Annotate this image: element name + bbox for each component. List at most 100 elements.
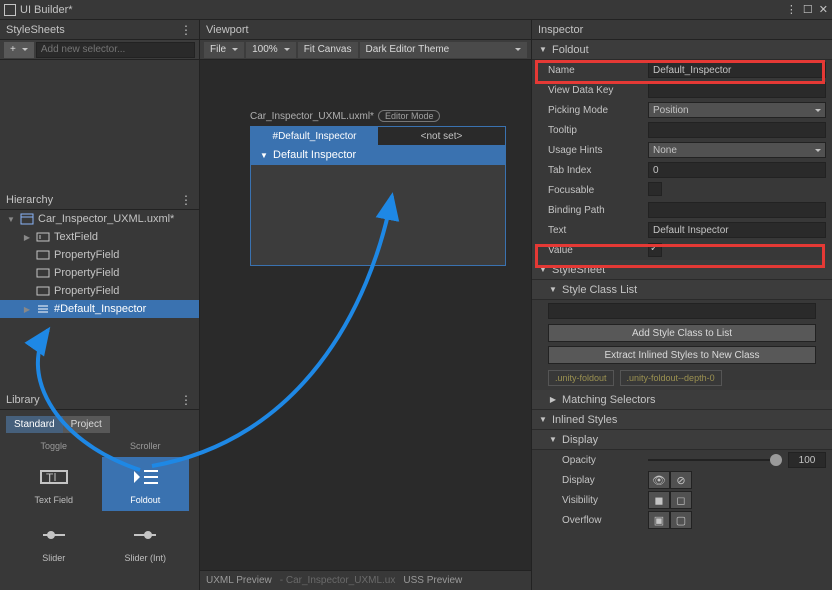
- library-item-foldout[interactable]: Foldout: [102, 457, 190, 511]
- library-item-label: Text Field: [34, 495, 73, 505]
- uss-preview-label[interactable]: USS Preview: [403, 575, 462, 586]
- prop-label: Display: [538, 475, 648, 486]
- hierarchy-item-label: PropertyField: [54, 249, 119, 261]
- prop-value-checkbox[interactable]: [648, 243, 662, 257]
- prop-label: View Data Key: [538, 85, 648, 96]
- matching-selectors-foldout[interactable]: ▶ Matching Selectors: [532, 390, 832, 410]
- inspector-foldout-header[interactable]: ▼ Foldout: [532, 40, 832, 60]
- opacity-slider[interactable]: [648, 459, 782, 461]
- prop-name-input[interactable]: [648, 62, 826, 78]
- inlined-styles-foldout[interactable]: ▼ Inlined Styles: [532, 410, 832, 430]
- stylesheets-header: StyleSheets ⋮: [0, 20, 199, 40]
- canvas-foldout-label: Default Inspector: [273, 149, 356, 161]
- uxml-preview-label[interactable]: UXML Preview: [206, 575, 272, 586]
- fit-canvas-button[interactable]: Fit Canvas: [298, 42, 358, 58]
- slider-thumb[interactable]: [770, 454, 782, 466]
- textfield-icon: T: [38, 463, 70, 491]
- prop-binding-input[interactable]: [648, 202, 826, 218]
- theme-dropdown[interactable]: Dark Editor Theme: [360, 42, 528, 58]
- library-item-label: Slider (Int): [124, 553, 166, 563]
- style-class-input[interactable]: [548, 303, 816, 319]
- add-selector-plus-button[interactable]: +: [4, 42, 34, 58]
- library-body: Standard Project Toggle Scroller T Text …: [0, 410, 199, 590]
- prop-text-input[interactable]: [648, 222, 826, 238]
- window-maximize-icon[interactable]: ☐: [803, 3, 813, 16]
- visibility-visible-icon[interactable]: ◼: [648, 491, 670, 509]
- prop-label: Overflow: [538, 515, 648, 526]
- prop-label: Focusable: [538, 185, 648, 196]
- display-foldout[interactable]: ▼ Display: [532, 430, 832, 450]
- prop-overflow: Overflow ▣ ▢: [532, 510, 832, 530]
- canvas-tab-notset[interactable]: <not set>: [378, 127, 505, 145]
- add-selector-input[interactable]: [36, 42, 195, 58]
- prop-picking-mode: Picking Mode Position: [532, 100, 832, 120]
- visibility-hidden-icon[interactable]: ◻: [670, 491, 692, 509]
- prop-display: Display 👁 ⊘: [532, 470, 832, 490]
- prop-focusable-checkbox[interactable]: [648, 182, 662, 196]
- viewport-header: Viewport: [200, 20, 531, 40]
- propertyfield-icon: [36, 249, 50, 261]
- hierarchy-title: Hierarchy: [6, 194, 53, 206]
- stylesheets-menu-icon[interactable]: ⋮: [180, 23, 193, 37]
- prop-label: Value: [538, 245, 648, 256]
- library-item-textfield[interactable]: T Text Field: [10, 457, 98, 511]
- canvas-tab-default-inspector[interactable]: #Default_Inspector: [251, 127, 378, 145]
- chevron-down-icon: ▼: [538, 265, 548, 274]
- library-menu-icon[interactable]: ⋮: [180, 393, 193, 407]
- inspector-stylesheet-foldout[interactable]: ▼ StyleSheet: [532, 260, 832, 280]
- prop-picking-select[interactable]: Position: [648, 102, 826, 118]
- prop-label: Tooltip: [538, 125, 648, 136]
- prop-text: Text: [532, 220, 832, 240]
- foldout-icon: [36, 303, 50, 315]
- viewport-footer: UXML Preview - Car_Inspector_UXML.ux USS…: [200, 570, 531, 590]
- extract-styles-button[interactable]: Extract Inlined Styles to New Class: [548, 346, 816, 364]
- style-chip[interactable]: .unity-foldout: [548, 370, 614, 386]
- viewport-toolbar: File 100% Fit Canvas Dark Editor Theme: [200, 40, 531, 60]
- hierarchy-item-default-inspector[interactable]: ▶ #Default_Inspector: [0, 300, 199, 318]
- inspector-foldout-title: Foldout: [552, 44, 589, 56]
- prop-name: Name: [532, 60, 832, 80]
- prop-visibility: Visibility ◼ ◻: [532, 490, 832, 510]
- fold-icon[interactable]: ▼: [6, 215, 16, 224]
- prop-usage-select[interactable]: None: [648, 142, 826, 158]
- uxml-icon: [20, 213, 34, 225]
- propertyfield-icon: [36, 285, 50, 297]
- inspector-body: ▼ Foldout Name View Data Key Picking Mod…: [532, 40, 832, 590]
- canvas-foldout[interactable]: ▼ Default Inspector: [251, 145, 505, 165]
- prop-label: Binding Path: [538, 205, 648, 216]
- inspector-header: Inspector: [532, 20, 832, 40]
- hierarchy-item-textfield[interactable]: ▶ TextField: [0, 228, 199, 246]
- zoom-dropdown[interactable]: 100%: [246, 42, 296, 58]
- viewport-canvas-area[interactable]: Car_Inspector_UXML.uxml* Editor Mode #De…: [200, 60, 531, 570]
- prop-tooltip-input[interactable]: [648, 122, 826, 138]
- library-item-slider[interactable]: Slider: [10, 515, 98, 569]
- hierarchy-menu-icon[interactable]: ⋮: [180, 193, 193, 207]
- display-flex-icon[interactable]: 👁: [648, 471, 670, 489]
- add-style-class-button[interactable]: Add Style Class to List: [548, 324, 816, 342]
- hierarchy-file-row[interactable]: ▼ Car_Inspector_UXML.uxml*: [0, 210, 199, 228]
- window-close-icon[interactable]: ✕: [819, 3, 828, 16]
- overflow-visible-icon[interactable]: ▣: [648, 511, 670, 529]
- opacity-value-input[interactable]: [788, 452, 826, 468]
- inspector-title: Inspector: [538, 24, 583, 36]
- prop-binding-path: Binding Path: [532, 200, 832, 220]
- display-none-icon[interactable]: ⊘: [670, 471, 692, 489]
- file-menu-button[interactable]: File: [204, 42, 244, 58]
- foldout-label: Style Class List: [562, 284, 637, 296]
- prop-viewdatakey-input[interactable]: [648, 82, 826, 98]
- hierarchy-item-propertyfield[interactable]: ▶ PropertyField: [0, 282, 199, 300]
- prop-tabindex-input[interactable]: [648, 162, 826, 178]
- overflow-hidden-icon[interactable]: ▢: [670, 511, 692, 529]
- window-menu-icon[interactable]: ⋮: [786, 3, 797, 16]
- foldout-icon: [129, 463, 161, 491]
- fold-icon[interactable]: ▶: [22, 305, 32, 314]
- hierarchy-item-propertyfield[interactable]: ▶ PropertyField: [0, 264, 199, 282]
- style-chip[interactable]: .unity-foldout--depth-0: [620, 370, 722, 386]
- library-tab-standard[interactable]: Standard: [6, 416, 63, 433]
- inspector-styleclass-foldout[interactable]: ▼ Style Class List: [532, 280, 832, 300]
- library-item-slider-int[interactable]: Slider (Int): [102, 515, 190, 569]
- fold-icon[interactable]: ▶: [22, 233, 32, 242]
- canvas[interactable]: #Default_Inspector <not set> ▼ Default I…: [250, 126, 506, 266]
- library-tab-project[interactable]: Project: [63, 416, 110, 433]
- hierarchy-item-propertyfield[interactable]: ▶ PropertyField: [0, 246, 199, 264]
